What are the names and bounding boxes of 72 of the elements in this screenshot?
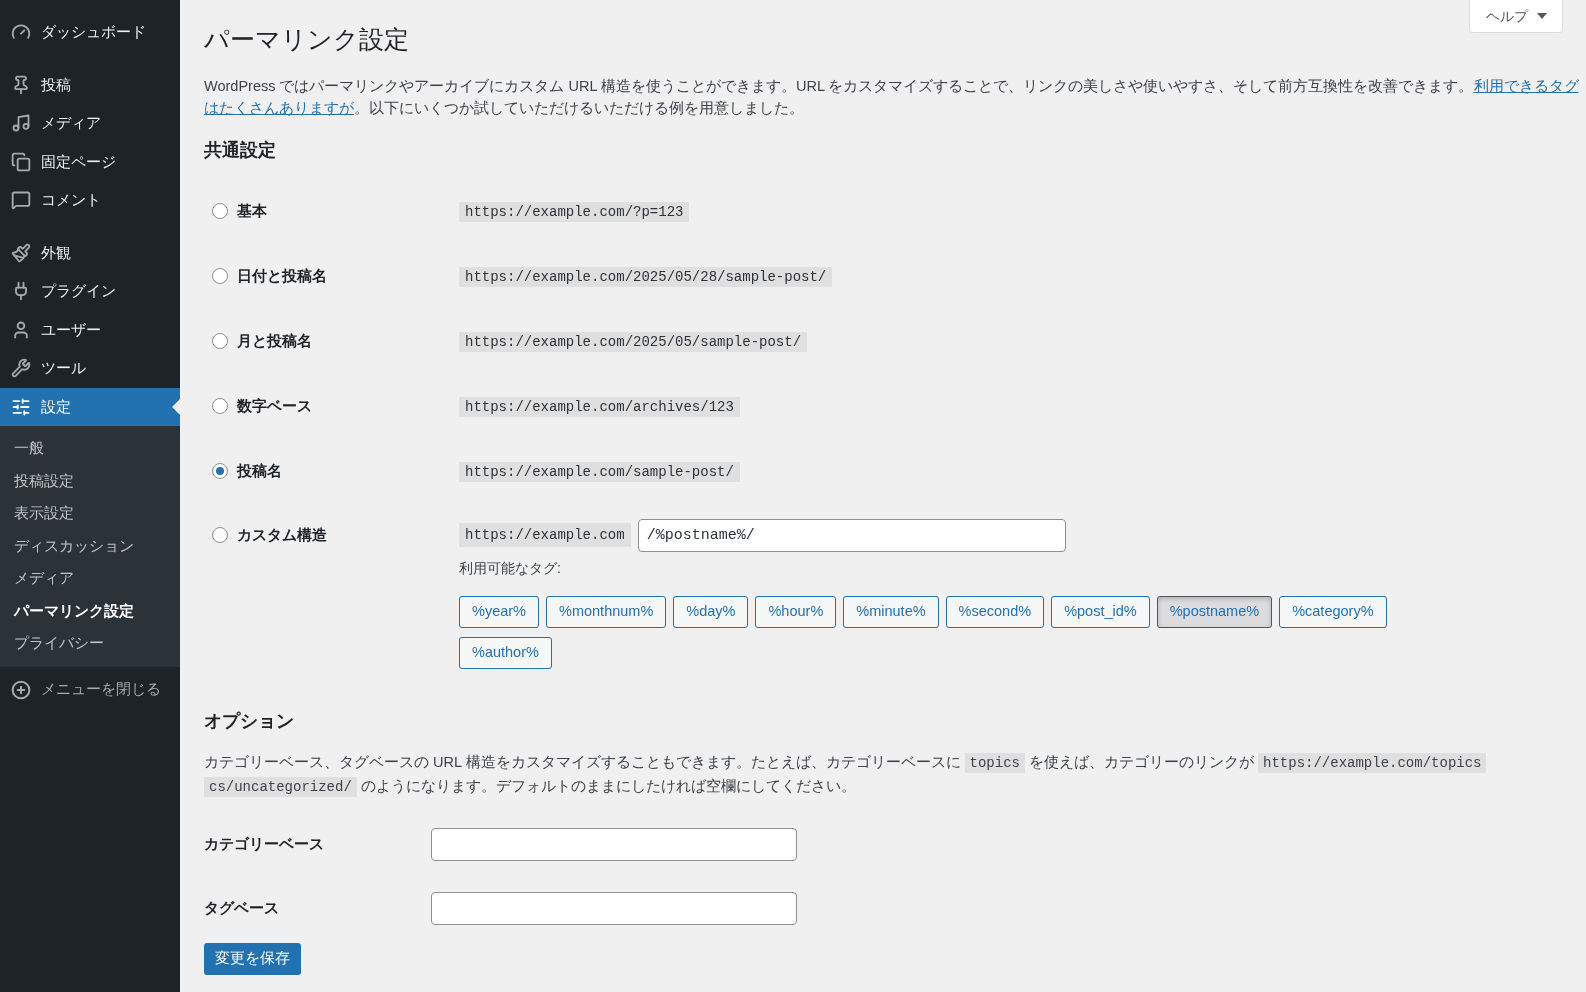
wrench-icon [11, 358, 31, 379]
music-note-icon [11, 113, 31, 134]
collapse-menu-button[interactable]: メニューを閉じる [0, 671, 180, 708]
tag-button[interactable]: %author% [459, 637, 552, 669]
tag-button[interactable]: %year% [459, 596, 539, 628]
tag-button[interactable]: %second% [945, 596, 1045, 628]
tag-button[interactable]: %monthnum% [546, 596, 667, 628]
tag-button[interactable]: %post_id% [1051, 596, 1150, 628]
option-label: 日付と投稿名 [237, 265, 327, 286]
option-label: 数字ベース [237, 395, 312, 416]
menu-item[interactable]: ユーザー [0, 310, 180, 349]
submenu-item[interactable]: 表示設定 [0, 498, 180, 531]
option-label: 投稿名 [237, 460, 282, 481]
help-button[interactable]: ヘルプ [1469, 0, 1563, 33]
submenu-item[interactable]: パーマリンク設定 [0, 595, 180, 628]
url-example: https://example.com/sample-post/ [459, 462, 740, 482]
sliders-icon [11, 396, 31, 417]
text-input[interactable] [431, 827, 797, 861]
tags-link[interactable]: 利用できるタグ [1473, 78, 1579, 94]
custom-structure-input[interactable]: /%postname%/ [637, 518, 1066, 552]
page-title: パーマリンク設定 [204, 24, 409, 54]
option-label: 月と投稿名 [237, 330, 312, 351]
url-example: https://example.com/2025/05/sample-post/ [459, 332, 808, 352]
menu-item[interactable]: コメント [0, 181, 180, 220]
tag-button[interactable]: %category% [1279, 596, 1387, 628]
save-button[interactable]: 変更を保存 [204, 942, 301, 975]
radio-button[interactable] [212, 527, 228, 543]
section-heading: 共通設定 [204, 139, 276, 162]
options-description: カテゴリーベース、タグベースの URL 構造をカスタマイズすることもできます。たとえば、カテゴリーベースに topics を使えば、カテゴリーのリンクが https://example.com/topics cs/uncategorized/ のようになります。デフォルトのままにしたければ空欄にしてください。 [204, 750, 1487, 799]
field-label: タグベース [204, 897, 279, 918]
tags-link[interactable]: はたくさんありますが [204, 100, 354, 116]
pin-icon [11, 74, 31, 95]
url-example: https://example.com/?p=123 [459, 202, 690, 222]
paintbrush-icon [11, 242, 31, 263]
menu-item[interactable]: 外観 [0, 233, 180, 272]
intro-paragraph: WordPress ではパーマリンクやアーカイブにカスタム URL 構造を使うことができます。URL をカスタマイズすることで、リンクの美しさや使いやすさ、そして前方互換性を改善できます。利用できるタグ はたくさんありますが。以下にいくつか試していただけるいただける例を用意しました。 [204, 77, 1579, 118]
radio-button[interactable] [212, 268, 228, 284]
url-prefix: https://example.com [459, 523, 631, 547]
menu-item[interactable]: 固定ページ [0, 142, 180, 181]
submenu-item[interactable]: 投稿設定 [0, 465, 180, 498]
tag-button[interactable]: %day% [673, 596, 749, 628]
pages-icon [11, 151, 31, 172]
text-input[interactable] [431, 891, 797, 925]
radio-button[interactable] [212, 333, 228, 349]
url-example: https://example.com/archives/123 [459, 397, 740, 417]
tag-button[interactable]: %minute% [843, 596, 939, 628]
radio-button[interactable] [212, 203, 228, 219]
url-example: https://example.com/2025/05/28/sample-post/ [459, 267, 833, 287]
radio-button[interactable] [212, 463, 228, 479]
submenu-item[interactable]: 一般 [0, 433, 180, 466]
tag-button[interactable]: %postname% [1156, 596, 1273, 628]
menu-item[interactable]: 投稿 [0, 65, 180, 104]
menu-item[interactable]: 設定 [0, 387, 180, 426]
menu-item[interactable]: ダッシュボード [0, 13, 180, 52]
submenu-item[interactable]: メディア [0, 563, 180, 596]
caret-icon [1536, 13, 1547, 19]
pointer-triangle-icon [172, 398, 180, 415]
available-tags-label: 利用可能なタグ: [459, 559, 561, 578]
menu-item[interactable]: ツール [0, 349, 180, 388]
section-heading: オプション [204, 710, 294, 733]
radio-button[interactable] [212, 398, 228, 414]
option-label: カスタム構造 [237, 524, 327, 545]
submenu-item[interactable]: ディスカッション [0, 530, 180, 563]
plus-circle-icon [11, 679, 31, 700]
user-icon [11, 319, 31, 340]
field-label: カテゴリーベース [204, 833, 324, 854]
submenu-item[interactable]: プライバシー [0, 628, 180, 661]
tag-button[interactable]: %hour% [755, 596, 837, 628]
speech-bubble-icon [11, 190, 31, 211]
menu-item[interactable]: プラグイン [0, 272, 180, 311]
menu-item[interactable]: メディア [0, 104, 180, 143]
option-label: 基本 [237, 200, 267, 221]
